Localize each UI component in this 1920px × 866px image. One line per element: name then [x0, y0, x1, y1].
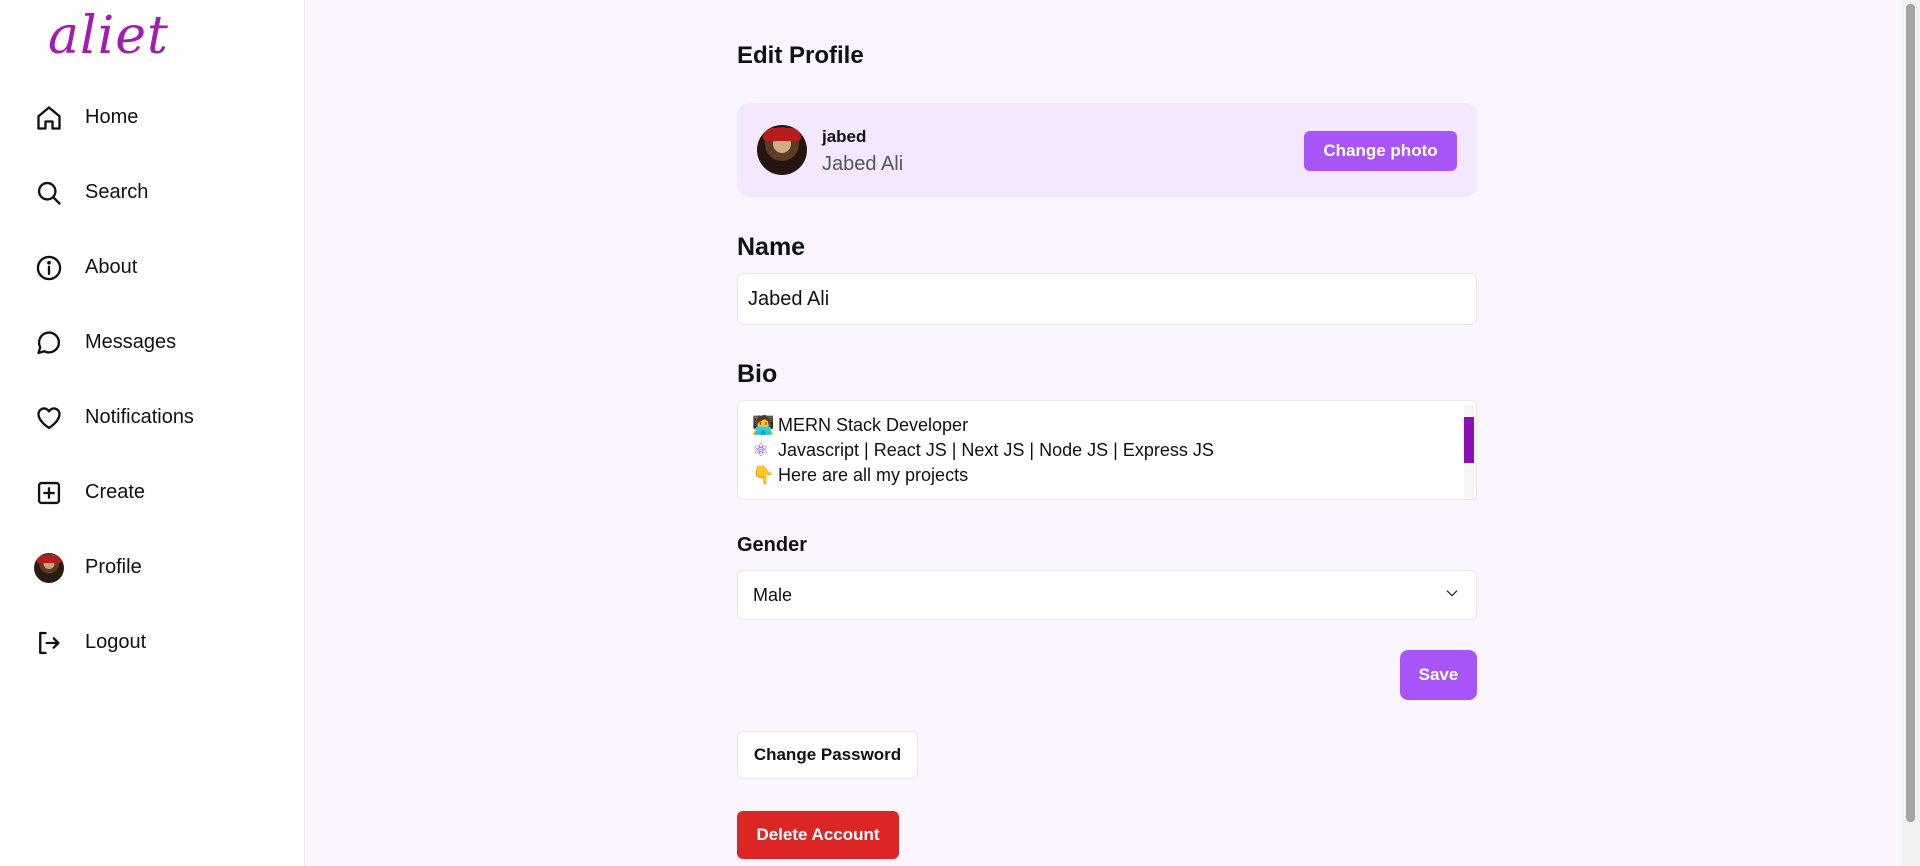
- bio-textarea[interactable]: 🧑‍💻 MERN Stack Developer ⚛ Javascript | …: [737, 400, 1477, 500]
- change-photo-button[interactable]: Change photo: [1304, 131, 1457, 171]
- change-password-button[interactable]: Change Password: [737, 731, 918, 779]
- name-label: Name: [737, 233, 806, 261]
- scrollbar-thumb[interactable]: [1906, 4, 1915, 822]
- sidebar-nav: Home Search About Messages Notifications: [0, 80, 304, 680]
- delete-account-button[interactable]: Delete Account: [737, 811, 899, 859]
- sidebar-item-logout[interactable]: Logout: [0, 605, 304, 680]
- bio-line: 👇 Here are all my projects: [752, 463, 1462, 488]
- technologist-emoji: 🧑‍💻: [752, 415, 775, 435]
- info-icon: [34, 253, 64, 283]
- sidebar-item-label: Create: [85, 481, 146, 503]
- message-icon: [34, 328, 64, 358]
- bio-line-text: Here are all my projects: [778, 465, 969, 485]
- avatar: [757, 125, 807, 175]
- heart-icon: [34, 403, 64, 433]
- scrollbar-thumb[interactable]: [1464, 417, 1474, 463]
- sidebar: aliet Home Search About Messages Notific…: [0, 0, 305, 866]
- plus-square-icon: [34, 478, 64, 508]
- sidebar-item-search[interactable]: Search: [0, 155, 304, 230]
- sidebar-item-notifications[interactable]: Notifications: [0, 380, 304, 455]
- sidebar-item-label: Logout: [85, 631, 147, 653]
- sidebar-item-about[interactable]: About: [0, 230, 304, 305]
- bio-line: 🧑‍💻 MERN Stack Developer: [752, 413, 1462, 438]
- sidebar-item-label: About: [85, 256, 138, 278]
- sidebar-item-label: Messages: [85, 331, 177, 353]
- sidebar-item-label: Profile: [85, 556, 142, 578]
- avatar: [34, 552, 64, 583]
- search-icon: [34, 178, 64, 208]
- page-scrollbar[interactable]: [1902, 0, 1920, 866]
- bio-line-text: MERN Stack Developer: [778, 415, 969, 435]
- full-name: Jabed Ali: [822, 153, 904, 175]
- atom-emoji: ⚛: [752, 440, 770, 460]
- bio-line-text: Javascript | React JS | Next JS | Node J…: [778, 440, 1214, 460]
- page-title: Edit Profile: [737, 42, 864, 69]
- sidebar-item-label: Home: [85, 106, 139, 128]
- gender-select[interactable]: Male: [737, 570, 1477, 620]
- username: jabed: [822, 127, 867, 146]
- app-logo[interactable]: aliet: [48, 6, 169, 66]
- bio-label: Bio: [737, 360, 778, 388]
- chevron-down-icon: [1444, 585, 1460, 606]
- gender-label: Gender: [737, 534, 808, 556]
- sidebar-item-label: Search: [85, 181, 149, 203]
- sidebar-item-create[interactable]: Create: [0, 455, 304, 530]
- gender-selected-value: Male: [753, 584, 793, 605]
- profile-card: jabed Jabed Ali Change photo: [737, 103, 1477, 197]
- sidebar-item-label: Notifications: [85, 406, 194, 428]
- sidebar-item-home[interactable]: Home: [0, 80, 304, 155]
- save-button[interactable]: Save: [1400, 650, 1477, 700]
- sidebar-item-profile[interactable]: Profile: [0, 530, 304, 605]
- bio-line: ⚛ Javascript | React JS | Next JS | Node…: [752, 438, 1462, 463]
- name-input[interactable]: [737, 273, 1477, 325]
- pointing-down-emoji: 👇: [752, 465, 775, 485]
- home-icon: [34, 103, 64, 133]
- logout-icon: [34, 628, 64, 658]
- sidebar-item-messages[interactable]: Messages: [0, 305, 304, 380]
- bio-scrollbar[interactable]: [1464, 405, 1474, 497]
